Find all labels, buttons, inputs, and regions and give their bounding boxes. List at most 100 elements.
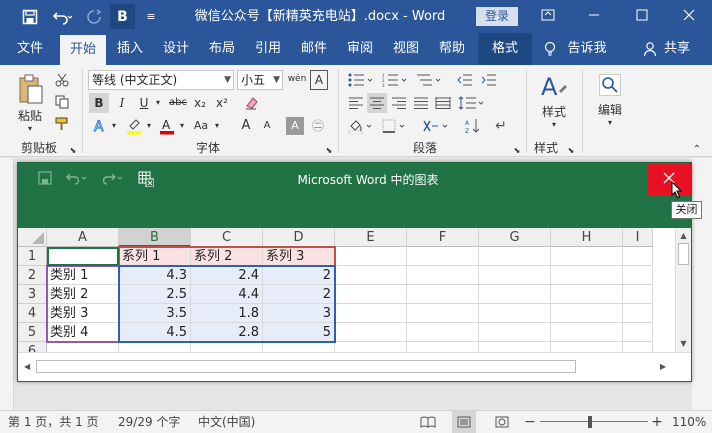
highlight-icon[interactable] bbox=[124, 116, 144, 136]
cell-e4[interactable] bbox=[335, 304, 407, 323]
close-window-icon[interactable] bbox=[666, 0, 712, 33]
text-effects-icon[interactable]: A bbox=[90, 116, 110, 136]
dialog-save-icon[interactable] bbox=[38, 171, 52, 189]
cell-f2[interactable] bbox=[407, 266, 479, 285]
cell-g2[interactable] bbox=[479, 266, 551, 285]
clear-formatting-icon[interactable] bbox=[242, 93, 262, 113]
column-header-d[interactable]: D bbox=[263, 228, 335, 247]
paste-dropdown-icon[interactable]: ▾ bbox=[24, 123, 36, 133]
cell-g3[interactable] bbox=[479, 285, 551, 304]
font-name-combo[interactable]: 等线 (中文正文) ▼ bbox=[88, 70, 234, 90]
cell-g4[interactable] bbox=[479, 304, 551, 323]
paragraph-launcher-icon[interactable]: ⬊ bbox=[512, 145, 522, 155]
edit-data-in-excel-icon[interactable] bbox=[138, 171, 155, 191]
row-header-5[interactable]: 5 bbox=[18, 323, 47, 342]
tab-layout[interactable]: 布局 bbox=[201, 33, 243, 65]
cell-c6[interactable] bbox=[191, 342, 263, 352]
cell-a2[interactable]: 类别 1 bbox=[47, 266, 119, 285]
font-color-dropdown-icon[interactable]: ▾ bbox=[177, 116, 187, 136]
zoom-level[interactable]: 110% bbox=[672, 411, 706, 433]
tab-file[interactable]: 文件 bbox=[6, 33, 54, 65]
strikethrough-button[interactable]: abc bbox=[166, 93, 190, 113]
language-indicator[interactable]: 中文(中国) bbox=[198, 411, 255, 433]
tab-review[interactable]: 审阅 bbox=[339, 33, 381, 65]
cell-c5[interactable]: 2.8 bbox=[191, 323, 263, 342]
cell-i2[interactable] bbox=[623, 266, 653, 285]
document-scrollbar[interactable] bbox=[692, 158, 712, 410]
sort-icon[interactable]: AZ bbox=[462, 116, 484, 136]
cell-c1[interactable]: 系列 2 bbox=[191, 247, 263, 266]
font-color-icon[interactable]: A bbox=[157, 116, 177, 136]
increase-indent-icon[interactable] bbox=[478, 70, 500, 90]
cell-c3[interactable]: 4.4 bbox=[191, 285, 263, 304]
align-left-icon[interactable] bbox=[346, 93, 366, 113]
zoom-in-button[interactable]: + bbox=[651, 411, 663, 433]
italic-button[interactable]: I bbox=[112, 93, 132, 113]
save-icon[interactable] bbox=[18, 4, 42, 29]
scroll-left-icon[interactable]: ◀ bbox=[24, 361, 34, 373]
minimize-icon[interactable] bbox=[571, 0, 617, 33]
web-layout-icon[interactable] bbox=[492, 411, 512, 433]
styles-launcher-icon[interactable]: ⬊ bbox=[566, 145, 576, 155]
borders-icon[interactable] bbox=[380, 116, 410, 136]
cell-a4[interactable]: 类别 3 bbox=[47, 304, 119, 323]
login-button[interactable]: 登录 bbox=[476, 7, 518, 26]
font-size-combo[interactable]: 小五 ▼ bbox=[237, 70, 283, 90]
tab-design[interactable]: 设计 bbox=[155, 33, 197, 65]
copy-icon[interactable] bbox=[52, 93, 72, 111]
cell-e5[interactable] bbox=[335, 323, 407, 342]
cell-d4[interactable]: 3 bbox=[263, 304, 335, 323]
cell-h4[interactable] bbox=[551, 304, 623, 323]
cell-g6[interactable] bbox=[479, 342, 551, 352]
underline-button[interactable]: U bbox=[134, 93, 154, 113]
distributed-icon[interactable] bbox=[433, 93, 453, 113]
cell-e3[interactable] bbox=[335, 285, 407, 304]
cell-e6[interactable] bbox=[335, 342, 407, 352]
print-layout-icon[interactable] bbox=[452, 411, 476, 433]
column-header-i[interactable]: I bbox=[623, 228, 653, 247]
row-header-2[interactable]: 2 bbox=[18, 266, 47, 285]
tab-help[interactable]: 帮助 bbox=[431, 33, 473, 65]
cell-f5[interactable] bbox=[407, 323, 479, 342]
cell-d2[interactable]: 2 bbox=[263, 266, 335, 285]
paste-label[interactable]: 粘贴 bbox=[12, 107, 48, 123]
column-header-b[interactable]: B bbox=[119, 228, 191, 247]
cell-h6[interactable] bbox=[551, 342, 623, 352]
cell-d3[interactable]: 2 bbox=[263, 285, 335, 304]
qat-bold-button[interactable]: B bbox=[110, 4, 135, 29]
search-icon[interactable] bbox=[596, 71, 624, 99]
collapse-ribbon-icon[interactable]: ⌃ bbox=[690, 143, 704, 155]
align-center-icon[interactable] bbox=[367, 93, 387, 113]
cell-f4[interactable] bbox=[407, 304, 479, 323]
change-case-dropdown-icon[interactable]: ▾ bbox=[212, 116, 222, 136]
cell-h5[interactable] bbox=[551, 323, 623, 342]
vertical-scrollbar[interactable]: ▲ ▼ bbox=[675, 228, 691, 352]
bullets-icon[interactable] bbox=[346, 70, 376, 90]
cell-h3[interactable] bbox=[551, 285, 623, 304]
highlight-dropdown-icon[interactable]: ▾ bbox=[144, 116, 154, 136]
cut-icon[interactable] bbox=[52, 71, 72, 89]
undo-icon[interactable] bbox=[48, 4, 78, 29]
cell-b1[interactable]: 系列 1 bbox=[119, 247, 191, 266]
multilevel-list-icon[interactable] bbox=[414, 70, 444, 90]
clipboard-launcher-icon[interactable]: ⬊ bbox=[68, 145, 78, 155]
column-header-a[interactable]: A bbox=[47, 228, 119, 247]
cell-a3[interactable]: 类别 2 bbox=[47, 285, 119, 304]
cell-c4[interactable]: 1.8 bbox=[191, 304, 263, 323]
phonetic-guide-icon[interactable]: wén bbox=[286, 68, 308, 90]
cell-a1[interactable] bbox=[47, 247, 119, 266]
column-header-g[interactable]: G bbox=[479, 228, 551, 247]
scroll-thumb[interactable] bbox=[678, 243, 689, 265]
horizontal-scroll-thumb[interactable] bbox=[36, 360, 576, 373]
dialog-close-button[interactable] bbox=[647, 163, 691, 195]
enclose-characters-button[interactable]: ㊁ bbox=[308, 116, 328, 136]
cell-i5[interactable] bbox=[623, 323, 653, 342]
cell-e2[interactable] bbox=[335, 266, 407, 285]
font-launcher-icon[interactable]: ⬊ bbox=[324, 145, 334, 155]
cell-b2[interactable]: 4.3 bbox=[119, 266, 191, 285]
subscript-button[interactable]: x₂ bbox=[190, 93, 210, 113]
select-all-corner[interactable] bbox=[18, 228, 47, 247]
qat-customize-icon[interactable]: ≡ bbox=[142, 4, 160, 29]
column-header-h[interactable]: H bbox=[551, 228, 623, 247]
shrink-font-button[interactable]: A bbox=[257, 116, 277, 136]
